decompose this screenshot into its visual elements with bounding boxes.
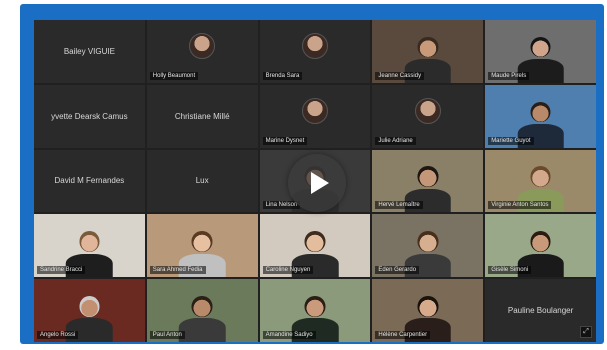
participant-video <box>178 293 226 342</box>
participant-tile[interactable]: Jeanne Cassidy <box>372 20 484 83</box>
avatar <box>189 33 216 60</box>
participant-tile[interactable]: Mariette Guyot <box>485 84 596 148</box>
participant-name: Sandrine Bracci <box>37 266 86 275</box>
participant-name: Brenda Sara <box>262 71 303 80</box>
avatar <box>301 98 328 125</box>
participant-tile[interactable]: Hélène Carpentier <box>372 279 484 342</box>
participant-name: Paul Anton <box>149 330 185 339</box>
participant-tile[interactable]: Marine Dysnet <box>259 84 371 148</box>
participant-tile[interactable]: Gisèle Simoni <box>485 214 596 278</box>
participant-name: Holly Beaumont <box>149 71 199 80</box>
participant-name: Amandine Sadiyo <box>262 330 316 339</box>
participant-name: Eden Gerardo <box>375 266 420 275</box>
participant-name: Virginie Anton Santos <box>488 201 552 210</box>
participant-tile[interactable]: Bailey VIGUIE <box>34 20 145 83</box>
participant-tile[interactable]: Christiane Millé <box>146 84 258 148</box>
participant-name: Maude Pirels <box>488 71 530 80</box>
participant-tile[interactable]: Hervé Lemaître <box>372 149 484 213</box>
participant-name: yvette Dearsk Camus <box>51 111 128 121</box>
participant-name: Pauline Boulanger <box>507 306 574 316</box>
participant-name: Marine Dysnet <box>262 136 308 145</box>
participant-name: Bailey VIGUIE <box>63 46 115 56</box>
participant-tile[interactable]: Amandine Sadiyo <box>259 279 371 342</box>
participant-tile[interactable]: Holly Beaumont <box>146 20 258 83</box>
avatar <box>301 33 328 60</box>
participant-name: Christiane Millé <box>174 111 230 121</box>
participant-name: Mariette Guyot <box>488 136 534 145</box>
participant-name: Jeanne Cassidy <box>375 71 425 80</box>
participant-tile[interactable]: Lux <box>146 149 258 213</box>
participant-tile[interactable]: Caroline Nguyen <box>259 214 371 278</box>
participant-name: Sara Ahmed Fedia <box>149 266 206 275</box>
participant-tile[interactable]: Sandrine Bracci <box>34 214 145 278</box>
participant-tile[interactable]: Sara Ahmed Fedia <box>146 214 258 278</box>
participant-tile[interactable]: Brenda Sara <box>259 20 371 83</box>
participant-tile[interactable]: Pauline Boulanger ⤢ <box>485 279 596 342</box>
participant-name: Lux <box>195 176 209 186</box>
participant-name: Julie Adriane <box>375 136 416 145</box>
participant-tile[interactable]: Eden Gerardo <box>372 214 484 278</box>
participant-tile[interactable]: David M Fernandes <box>34 149 145 213</box>
participant-name: David M Fernandes <box>54 176 125 186</box>
play-button[interactable] <box>288 154 346 212</box>
participant-tile[interactable]: Angelo Rossi <box>34 279 145 342</box>
avatar <box>414 98 441 125</box>
expand-icon[interactable]: ⤢ <box>580 325 592 338</box>
participant-tile[interactable]: Paul Anton <box>146 279 258 342</box>
participant-tile[interactable]: Maude Pirels <box>485 20 596 83</box>
participant-name: Gisèle Simoni <box>488 266 532 275</box>
participant-name: Hervé Lemaître <box>375 201 423 210</box>
participant-tile[interactable]: yvette Dearsk Camus <box>34 84 145 148</box>
participant-tile[interactable]: Julie Adriane <box>372 84 484 148</box>
participant-name: Angelo Rossi <box>37 330 79 339</box>
participant-name: Hélène Carpentier <box>375 330 431 339</box>
participant-name: Caroline Nguyen <box>262 266 314 275</box>
participant-tile[interactable]: Virginie Anton Santos <box>485 149 596 213</box>
play-icon <box>310 172 329 194</box>
